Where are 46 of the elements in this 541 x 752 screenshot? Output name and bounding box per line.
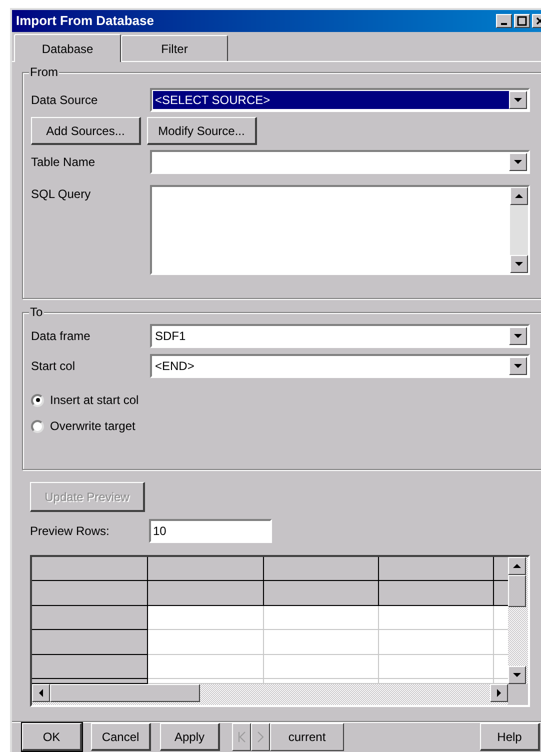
query-field[interactable]: [150, 185, 530, 275]
action-button[interactable]: Add Sources...: [31, 117, 141, 145]
horizontal-scrollbar[interactable]: [32, 684, 508, 705]
grid-cell: [494, 606, 508, 630]
radio-button[interactable]: [31, 394, 44, 406]
scroll-right-icon[interactable]: [490, 684, 508, 702]
dropdown-value: <END>: [154, 358, 196, 375]
scroll-up-icon[interactable]: [508, 557, 526, 575]
dropdown-field[interactable]: SDF1: [150, 324, 530, 348]
maximize-icon[interactable]: [514, 14, 530, 28]
scroll-up-icon[interactable]: [510, 187, 528, 205]
scroll-down-icon[interactable]: [508, 666, 526, 684]
window-title: Import From Database: [16, 12, 155, 30]
grid-cell: [494, 630, 508, 655]
minimize-icon[interactable]: [496, 14, 512, 28]
footer-button[interactable]: Cancel: [91, 723, 151, 751]
radio-button[interactable]: [31, 420, 44, 432]
vertical-scrollbar[interactable]: [510, 187, 528, 273]
dropdown-field[interactable]: <SELECT SOURCE>: [150, 88, 530, 112]
dropdown-value: SDF1: [154, 328, 187, 345]
help-button[interactable]: Help: [480, 723, 540, 751]
dropdown-value: <SELECT SOURCE>: [153, 91, 509, 109]
vertical-scrollbar[interactable]: [508, 557, 528, 684]
scroll-left-icon[interactable]: [32, 684, 50, 702]
action-button[interactable]: Modify Source...: [147, 117, 257, 145]
field-label: Data Source: [31, 92, 99, 109]
preview-rows-field[interactable]: 10: [149, 519, 272, 543]
dropdown-field[interactable]: <END>: [150, 354, 530, 378]
scroll-thumb[interactable]: [50, 684, 200, 702]
scroll-down-icon[interactable]: [510, 255, 528, 273]
field-label: Preview Rows:: [30, 523, 110, 540]
record-field: current: [270, 723, 344, 751]
scroll-thumb[interactable]: [508, 575, 526, 607]
radio-label: Overwrite target: [50, 418, 136, 435]
tab[interactable]: Filter: [121, 35, 228, 61]
next-record-icon[interactable]: [251, 723, 270, 751]
field-label: SQL Query: [31, 186, 92, 203]
footer-button[interactable]: OK: [22, 723, 82, 751]
grid-cell: [494, 655, 508, 679]
footer-button[interactable]: Apply: [160, 723, 220, 751]
tab[interactable]: Database: [14, 34, 121, 62]
field-label: Start col: [31, 358, 76, 375]
field-label: Data frame: [31, 328, 92, 345]
dropdown-field[interactable]: [150, 150, 530, 174]
radio-label: Insert at start col: [50, 392, 139, 409]
field-label: Table Name: [31, 154, 96, 171]
